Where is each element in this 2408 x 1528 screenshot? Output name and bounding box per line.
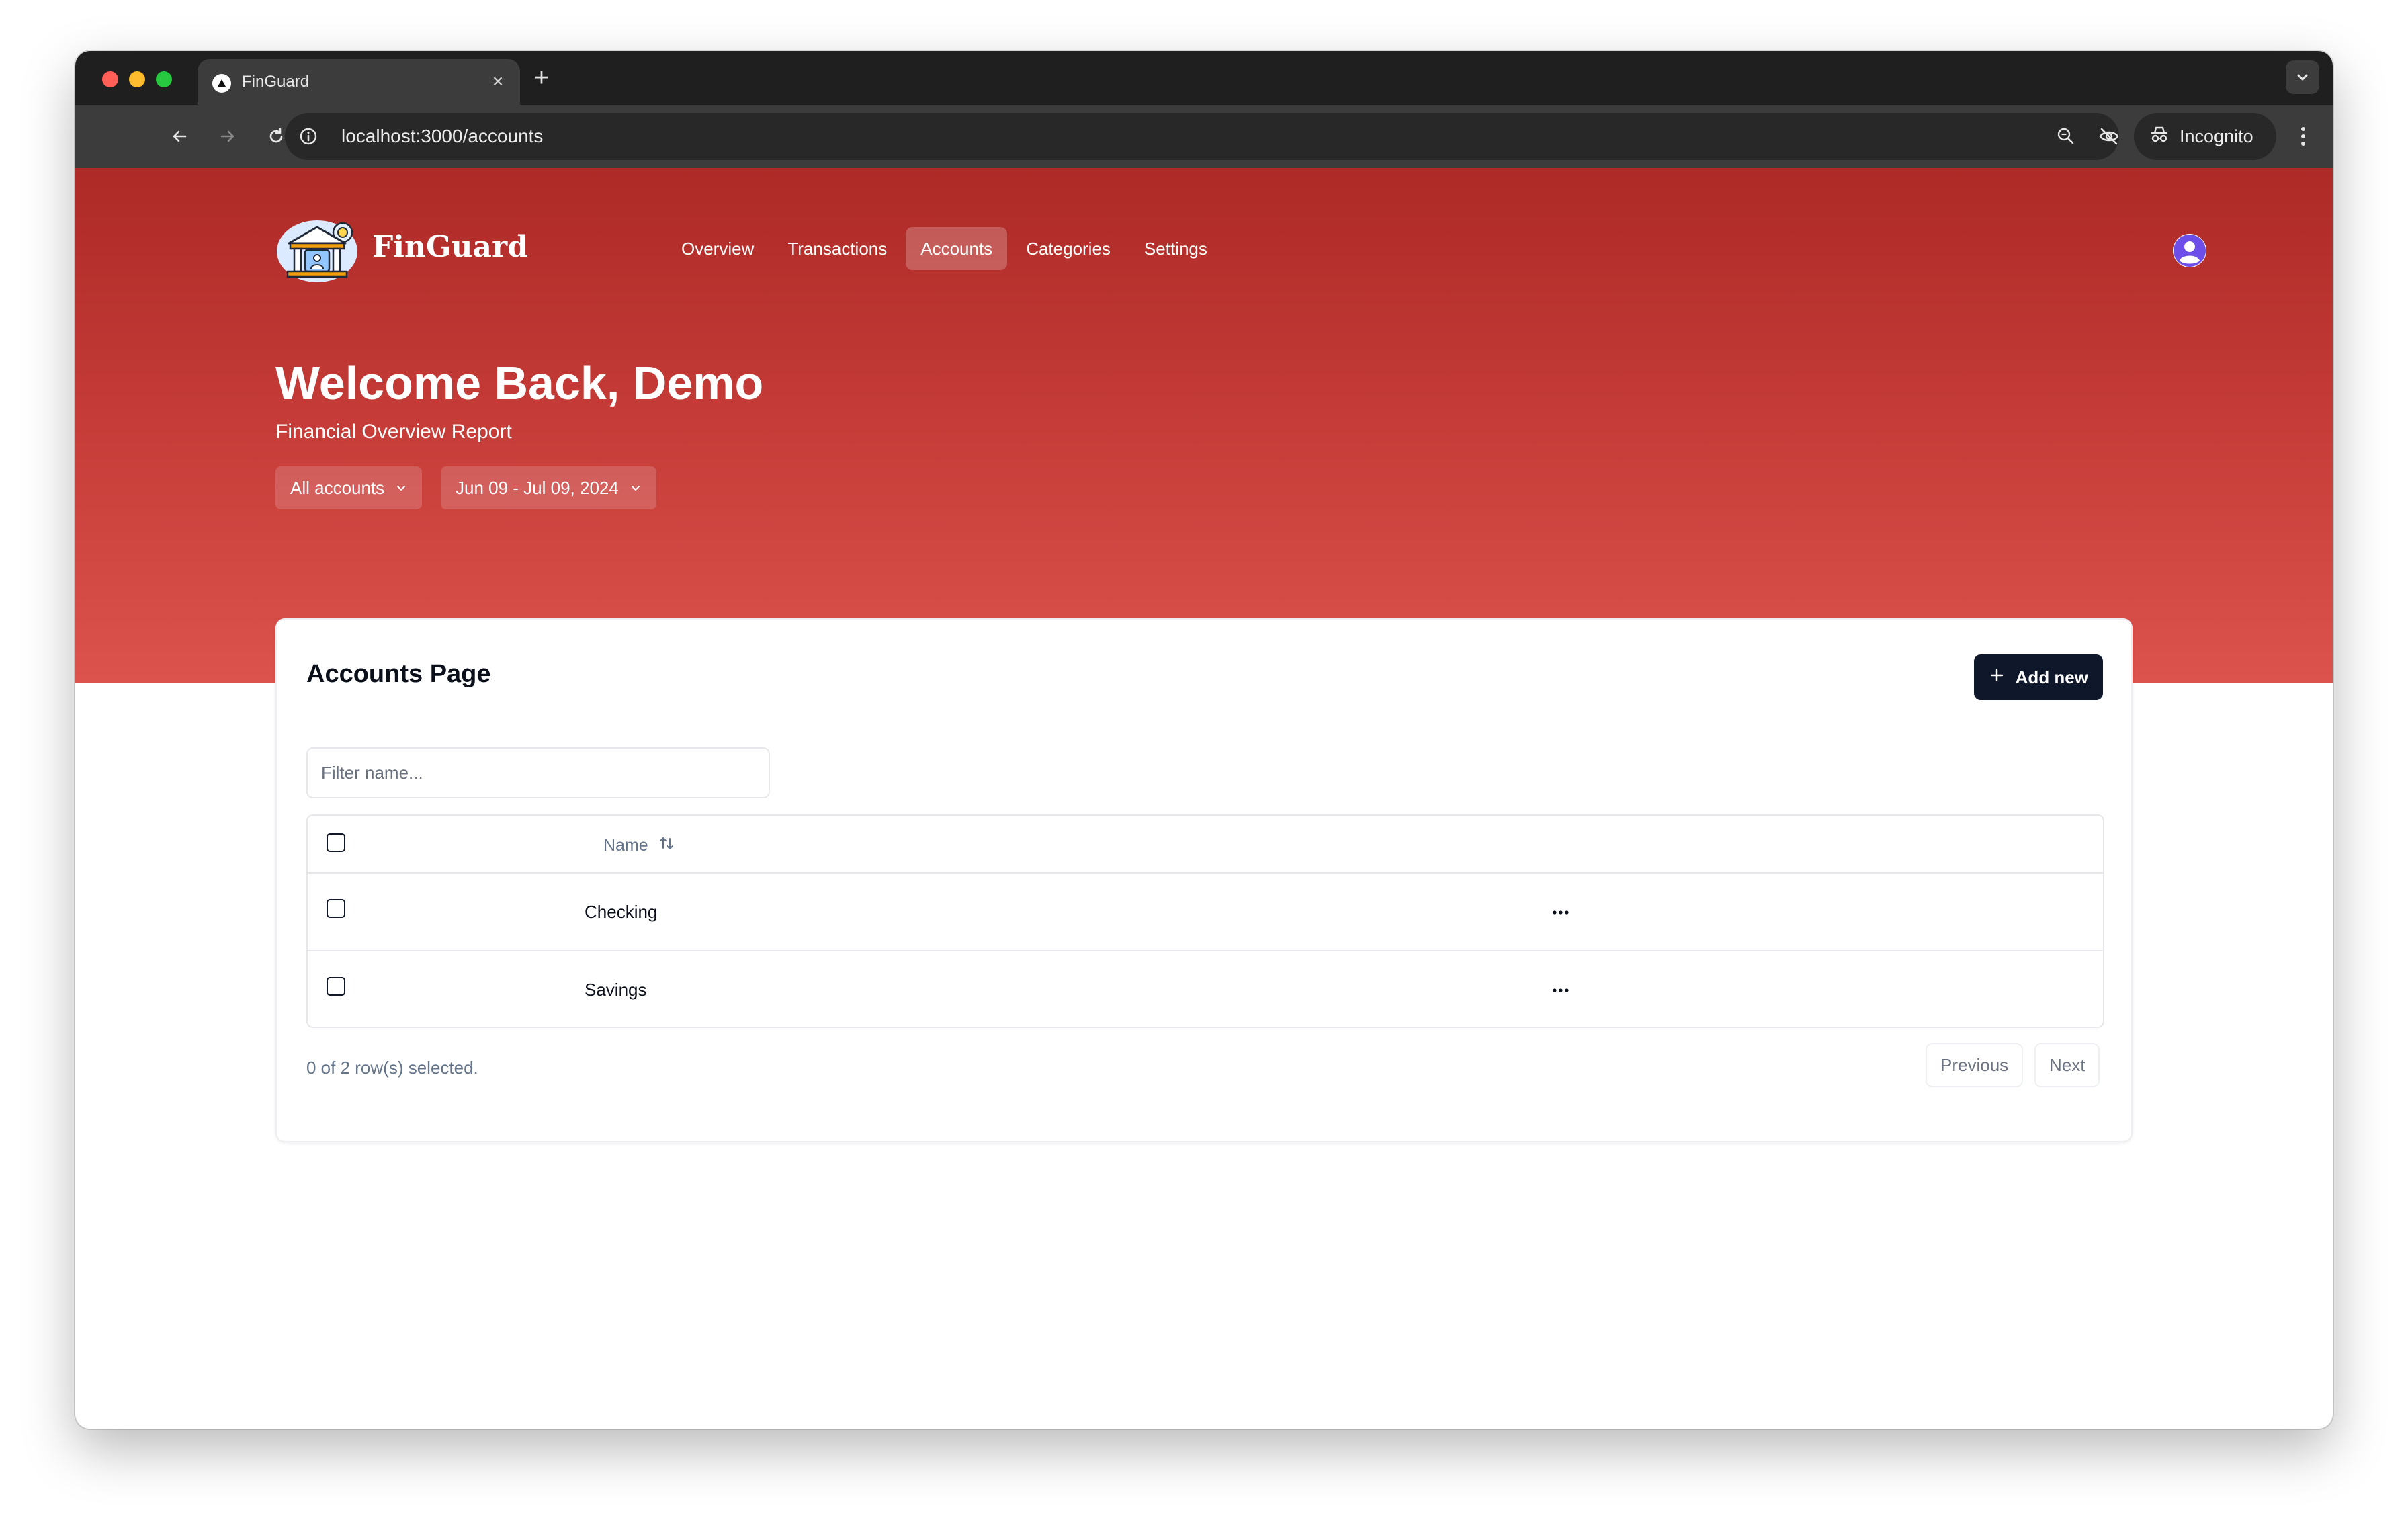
name-header-label: Name <box>603 836 648 855</box>
accounts-table: Name Checking Savings <box>306 814 2104 1028</box>
close-window-button[interactable] <box>102 71 118 87</box>
name-column-header[interactable]: Name <box>603 835 675 857</box>
filter-name-input[interactable] <box>306 747 770 798</box>
nav-overview[interactable]: Overview <box>666 227 769 270</box>
table-header-row: Name <box>308 816 2103 874</box>
nav-accounts[interactable]: Accounts <box>906 227 1008 270</box>
triangle-logo-icon <box>212 74 231 93</box>
chevron-down-icon <box>630 466 642 509</box>
tab-strip: FinGuard × + <box>75 51 2333 105</box>
maximize-window-button[interactable] <box>156 71 172 87</box>
user-avatar-icon[interactable] <box>2173 234 2206 267</box>
row-checkbox[interactable] <box>327 899 345 918</box>
url-text: localhost:3000/accounts <box>341 126 544 146</box>
tab-title: FinGuard <box>242 73 310 91</box>
bank-logo-icon[interactable] <box>275 218 360 285</box>
selection-status: 0 of 2 row(s) selected. <box>306 1058 478 1078</box>
new-tab-icon[interactable]: + <box>527 63 556 93</box>
welcome-subtitle: Financial Overview Report <box>275 421 512 443</box>
tab-search-chevron-icon[interactable] <box>2286 60 2319 94</box>
tab-close-icon[interactable]: × <box>488 71 508 91</box>
accounts-card: Accounts Page Add new Name <box>275 618 2133 1142</box>
main-nav: Overview Transactions Accounts Categorie… <box>666 227 1222 270</box>
select-all-checkbox[interactable] <box>327 833 345 852</box>
add-new-button[interactable]: Add new <box>1973 654 2103 700</box>
account-name: Checking <box>585 902 658 922</box>
browser-window: FinGuard × + localhost:3000/accounts Inc… <box>75 51 2333 1429</box>
table-row[interactable]: Savings <box>308 951 2103 1028</box>
forward-arrow-icon[interactable] <box>211 120 245 153</box>
nav-settings[interactable]: Settings <box>1129 227 1222 270</box>
previous-page-button[interactable]: Previous <box>1926 1043 2024 1087</box>
nav-categories[interactable]: Categories <box>1011 227 1125 270</box>
incognito-indicator[interactable]: Incognito <box>2134 113 2276 160</box>
address-bar[interactable]: localhost:3000/accounts <box>285 113 2161 160</box>
row-actions-ellipsis-icon[interactable] <box>1544 899 1578 926</box>
next-page-button[interactable]: Next <box>2034 1043 2100 1087</box>
card-title: Accounts Page <box>306 660 491 688</box>
eye-off-icon[interactable] <box>2096 124 2122 149</box>
welcome-heading: Welcome Back, Demo <box>275 357 764 409</box>
account-name: Savings <box>585 980 647 1000</box>
more-options-icon[interactable] <box>2290 120 2317 153</box>
chevron-down-icon <box>395 466 407 509</box>
page-content: FinGuard Overview Transactions Accounts … <box>75 168 2333 1429</box>
date-range-label: Jun 09 - Jul 09, 2024 <box>456 478 619 498</box>
table-row[interactable]: Checking <box>308 874 2103 951</box>
back-arrow-icon[interactable] <box>163 120 196 153</box>
site-info-icon[interactable] <box>294 122 322 151</box>
zoom-icon[interactable] <box>2053 124 2079 149</box>
header-hero: FinGuard Overview Transactions Accounts … <box>75 168 2333 683</box>
row-checkbox[interactable] <box>327 977 345 996</box>
plus-icon <box>1989 667 2005 688</box>
minimize-window-button[interactable] <box>129 71 145 87</box>
add-new-label: Add new <box>2015 667 2088 687</box>
sort-arrows-icon <box>658 835 675 857</box>
nav-transactions[interactable]: Transactions <box>773 227 902 270</box>
browser-tab[interactable]: FinGuard × <box>198 59 520 105</box>
browser-toolbar: localhost:3000/accounts Incognito <box>75 105 2333 168</box>
accounts-filter-select[interactable]: All accounts <box>275 466 423 509</box>
row-actions-ellipsis-icon[interactable] <box>1544 977 1578 1004</box>
date-range-select[interactable]: Jun 09 - Jul 09, 2024 <box>441 466 656 509</box>
accounts-filter-label: All accounts <box>290 478 385 498</box>
brand-name[interactable]: FinGuard <box>372 230 528 264</box>
incognito-label: Incognito <box>2180 126 2253 146</box>
incognito-icon <box>2149 125 2170 148</box>
